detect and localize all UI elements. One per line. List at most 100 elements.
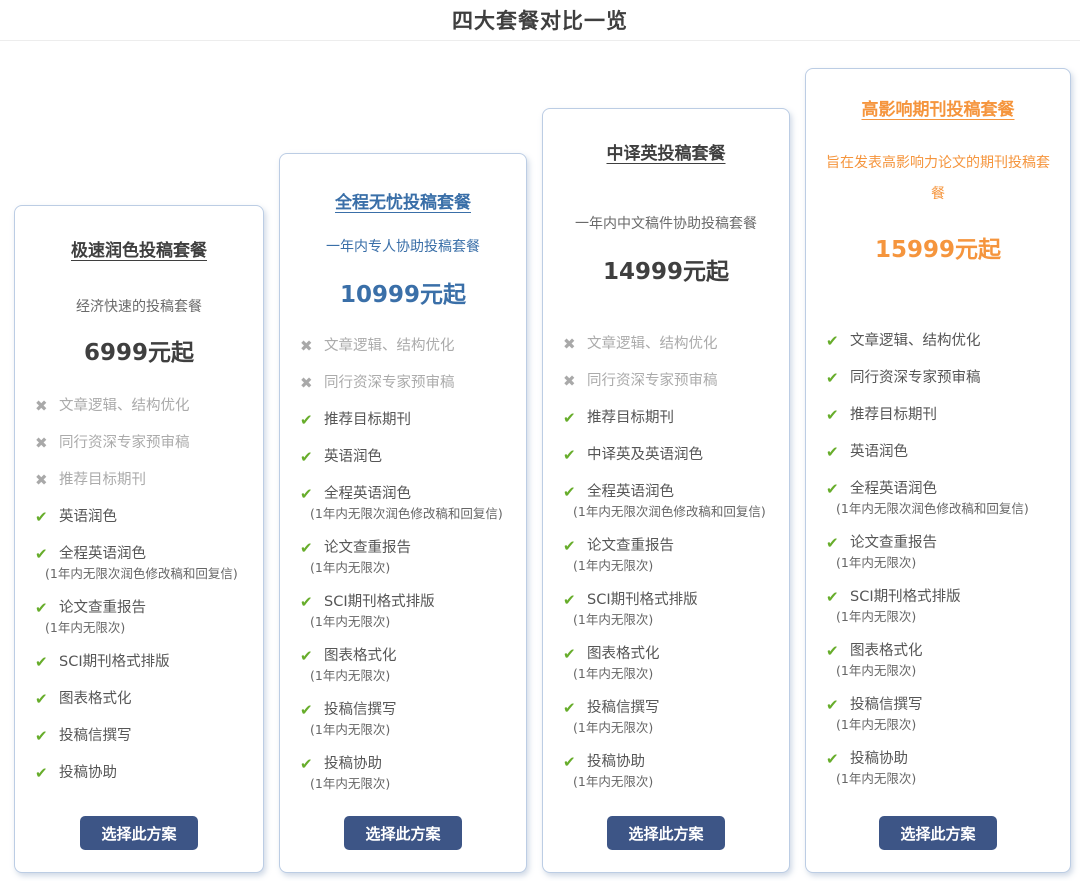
feature-row: ✖ 同行资深专家预审稿: [300, 373, 518, 394]
feature-label: 同行资深专家预审稿: [59, 433, 190, 454]
card-title: 全程无忧投稿套餐: [280, 188, 526, 213]
feature-label: 论文查重报告: [587, 536, 674, 557]
feature-label: 英语润色: [59, 507, 117, 528]
card-header: 高影响期刊投稿套餐 旨在发表高影响力论文的期刊投稿套餐 15999元起: [806, 69, 1070, 331]
feature-main: ✔ SCI期刊格式排版: [35, 652, 255, 673]
select-plan-button[interactable]: 选择此方案: [607, 816, 725, 850]
check-icon: ✔: [300, 484, 324, 505]
feature-row: ✔ 投稿信撰写 (1年内无限次): [300, 700, 518, 738]
check-icon: ✔: [826, 695, 850, 716]
feature-label: 图表格式化: [587, 644, 660, 665]
check-icon: ✔: [35, 507, 59, 528]
feature-main: ✖ 推荐目标期刊: [35, 470, 255, 491]
card-title: 中译英投稿套餐: [543, 139, 789, 164]
card-price: 14999元起: [543, 252, 789, 286]
feature-label: 投稿协助: [59, 763, 117, 784]
check-icon: ✔: [563, 698, 587, 719]
feature-label: 全程英语润色: [850, 479, 937, 500]
select-plan-button[interactable]: 选择此方案: [80, 816, 198, 850]
feature-main: ✔ 投稿信撰写: [563, 698, 781, 719]
feature-label: 推荐目标期刊: [59, 470, 146, 491]
feature-main: ✔ 英语润色: [826, 442, 1062, 463]
feature-row: ✔ 文章逻辑、结构优化: [826, 331, 1062, 352]
feature-label: 投稿信撰写: [850, 695, 923, 716]
feature-label: 投稿信撰写: [324, 700, 397, 721]
feature-label: SCI期刊格式排版: [59, 652, 170, 673]
feature-row: ✔ 投稿协助 (1年内无限次): [300, 754, 518, 792]
feature-main: ✖ 同行资深专家预审稿: [563, 371, 781, 392]
check-icon: ✔: [563, 445, 587, 466]
feature-label: SCI期刊格式排版: [850, 587, 961, 608]
feature-main: ✔ 英语润色: [35, 507, 255, 528]
feature-row: ✔ 全程英语润色 (1年内无限次润色修改稿和回复信): [300, 484, 518, 522]
feature-main: ✔ SCI期刊格式排版: [826, 587, 1062, 608]
feature-main: ✔ 图表格式化: [35, 689, 255, 710]
feature-row: ✔ SCI期刊格式排版 (1年内无限次): [300, 592, 518, 630]
feature-note: (1年内无限次): [573, 719, 781, 736]
pricing-card: 中译英投稿套餐 一年内中文稿件协助投稿套餐 14999元起 ✖ 文章逻辑、结构优…: [542, 108, 790, 873]
feature-note: (1年内无限次): [836, 608, 1062, 625]
select-plan-button[interactable]: 选择此方案: [879, 816, 997, 850]
card-subtitle: 旨在发表高影响力论文的期刊投稿套餐: [806, 148, 1070, 210]
feature-label: 投稿协助: [587, 752, 645, 773]
feature-note: (1年内无限次): [310, 721, 518, 738]
card-header: 中译英投稿套餐 一年内中文稿件协助投稿套餐 14999元起: [543, 109, 789, 334]
card-header: 全程无忧投稿套餐 一年内专人协助投稿套餐 10999元起: [280, 154, 526, 336]
select-plan-button[interactable]: 选择此方案: [344, 816, 462, 850]
feature-row: ✔ 投稿协助 (1年内无限次): [826, 749, 1062, 787]
card-subtitle: 经济快速的投稿套餐: [15, 297, 263, 319]
check-icon: ✔: [300, 592, 324, 613]
feature-row: ✔ 全程英语润色 (1年内无限次润色修改稿和回复信): [826, 479, 1062, 517]
feature-label: 同行资深专家预审稿: [324, 373, 455, 394]
feature-row: ✔ SCI期刊格式排版 (1年内无限次): [826, 587, 1062, 625]
card-title: 极速润色投稿套餐: [15, 236, 263, 261]
feature-row: ✔ 同行资深专家预审稿: [826, 368, 1062, 389]
feature-label: 全程英语润色: [324, 484, 411, 505]
check-icon: ✔: [563, 590, 587, 611]
feature-note: (1年内无限次): [310, 613, 518, 630]
feature-label: 推荐目标期刊: [324, 410, 411, 431]
feature-note: (1年内无限次): [45, 619, 255, 636]
cross-icon: ✖: [35, 433, 59, 454]
feature-main: ✔ 全程英语润色: [35, 544, 255, 565]
feature-main: ✔ 全程英语润色: [300, 484, 518, 505]
page-title: 四大套餐对比一览: [452, 5, 628, 35]
feature-note: (1年内无限次): [573, 665, 781, 682]
feature-note: (1年内无限次润色修改稿和回复信): [836, 500, 1062, 517]
check-icon: ✔: [35, 689, 59, 710]
feature-main: ✔ 全程英语润色: [826, 479, 1062, 500]
check-icon: ✔: [826, 405, 850, 426]
feature-row: ✔ 投稿信撰写: [35, 726, 255, 747]
feature-row: ✔ 推荐目标期刊: [563, 408, 781, 429]
feature-label: 英语润色: [850, 442, 908, 463]
feature-label: 投稿信撰写: [59, 726, 132, 747]
check-icon: ✔: [300, 410, 324, 431]
feature-row: ✖ 文章逻辑、结构优化: [300, 336, 518, 357]
card-price: 10999元起: [280, 275, 526, 309]
feature-row: ✔ 全程英语润色 (1年内无限次润色修改稿和回复信): [563, 482, 781, 520]
feature-note: (1年内无限次): [836, 662, 1062, 679]
feature-label: 全程英语润色: [59, 544, 146, 565]
feature-main: ✔ SCI期刊格式排版: [563, 590, 781, 611]
check-icon: ✔: [300, 538, 324, 559]
feature-main: ✔ 推荐目标期刊: [300, 410, 518, 431]
feature-label: 图表格式化: [850, 641, 923, 662]
feature-row: ✔ 投稿协助: [35, 763, 255, 784]
feature-row: ✔ 英语润色: [300, 447, 518, 468]
feature-label: 英语润色: [324, 447, 382, 468]
feature-label: 文章逻辑、结构优化: [59, 396, 190, 417]
feature-note: (1年内无限次): [573, 773, 781, 790]
feature-label: SCI期刊格式排版: [587, 590, 698, 611]
feature-label: 图表格式化: [59, 689, 132, 710]
feature-label: SCI期刊格式排版: [324, 592, 435, 613]
check-icon: ✔: [563, 408, 587, 429]
feature-main: ✔ 投稿信撰写: [300, 700, 518, 721]
check-icon: ✔: [35, 598, 59, 619]
feature-row: ✖ 推荐目标期刊: [35, 470, 255, 491]
cross-icon: ✖: [300, 336, 324, 357]
card-header: 极速润色投稿套餐 经济快速的投稿套餐 6999元起: [15, 206, 263, 396]
check-icon: ✔: [563, 644, 587, 665]
feature-main: ✔ 投稿信撰写: [826, 695, 1062, 716]
check-icon: ✔: [826, 331, 850, 352]
feature-label: 图表格式化: [324, 646, 397, 667]
